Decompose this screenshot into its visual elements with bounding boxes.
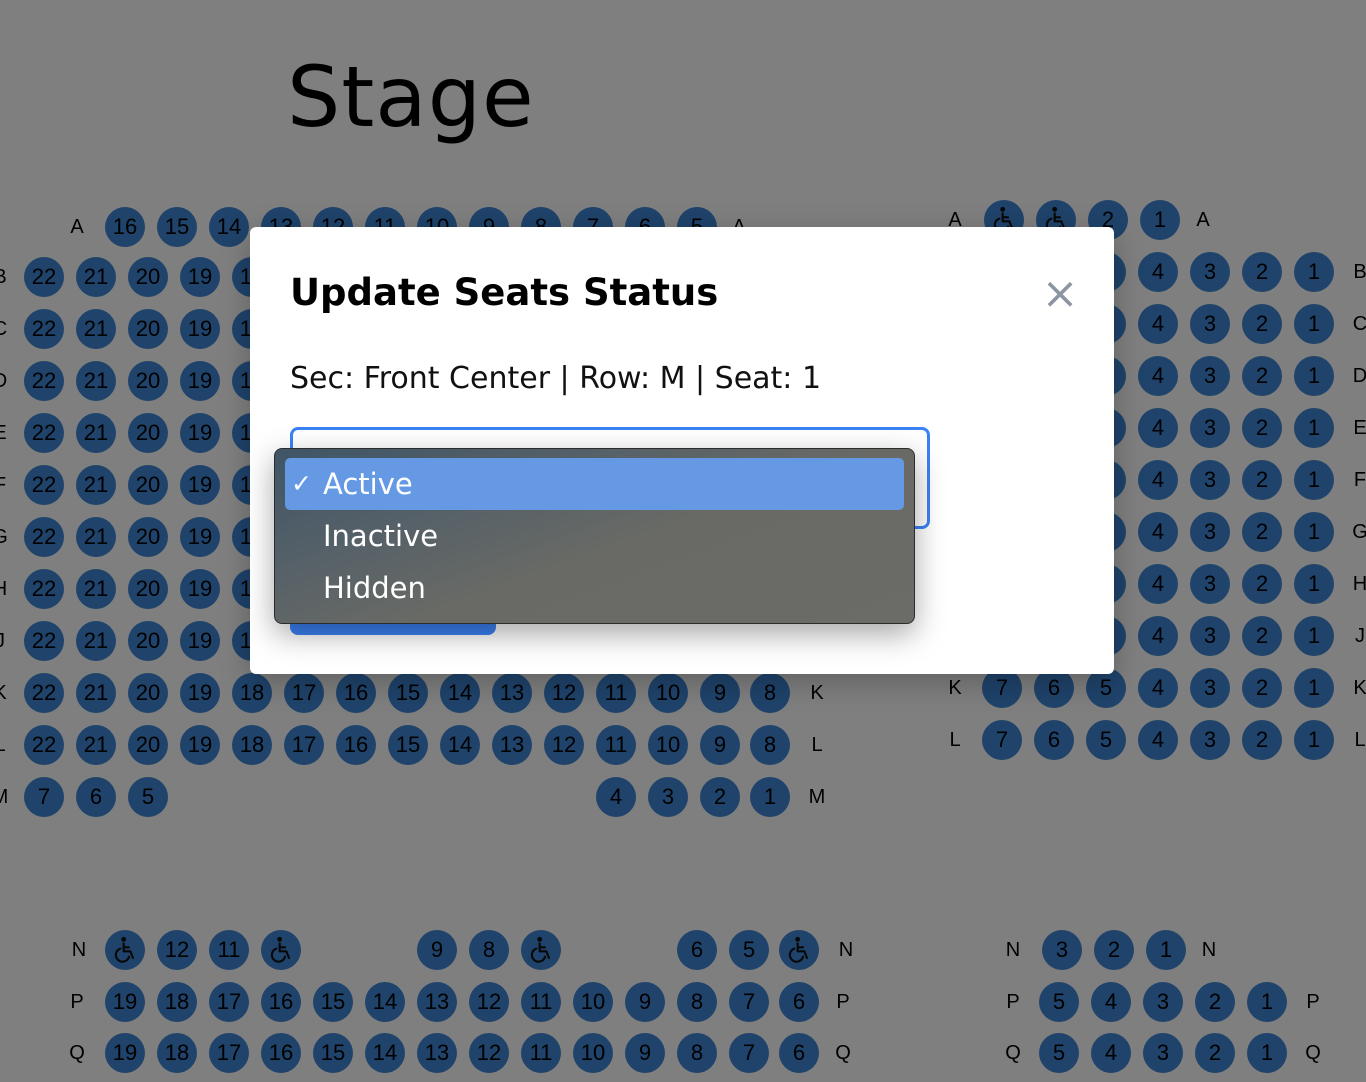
status-option-active[interactable]: ✓ Active: [285, 458, 904, 510]
close-icon[interactable]: ×: [1040, 272, 1080, 316]
modal-title: Update Seats Status: [290, 271, 719, 314]
status-option-hidden[interactable]: Hidden: [285, 562, 904, 614]
status-option-label: Inactive: [323, 519, 439, 553]
status-dropdown-menu: ✓ Active Inactive Hidden: [274, 448, 915, 624]
seat-info-text: Sec: Front Center | Row: M | Seat: 1: [290, 361, 822, 396]
status-option-label: Hidden: [323, 571, 426, 605]
status-option-label: Active: [323, 467, 413, 501]
status-option-inactive[interactable]: Inactive: [285, 510, 904, 562]
checkmark-icon: ✓: [291, 469, 312, 498]
